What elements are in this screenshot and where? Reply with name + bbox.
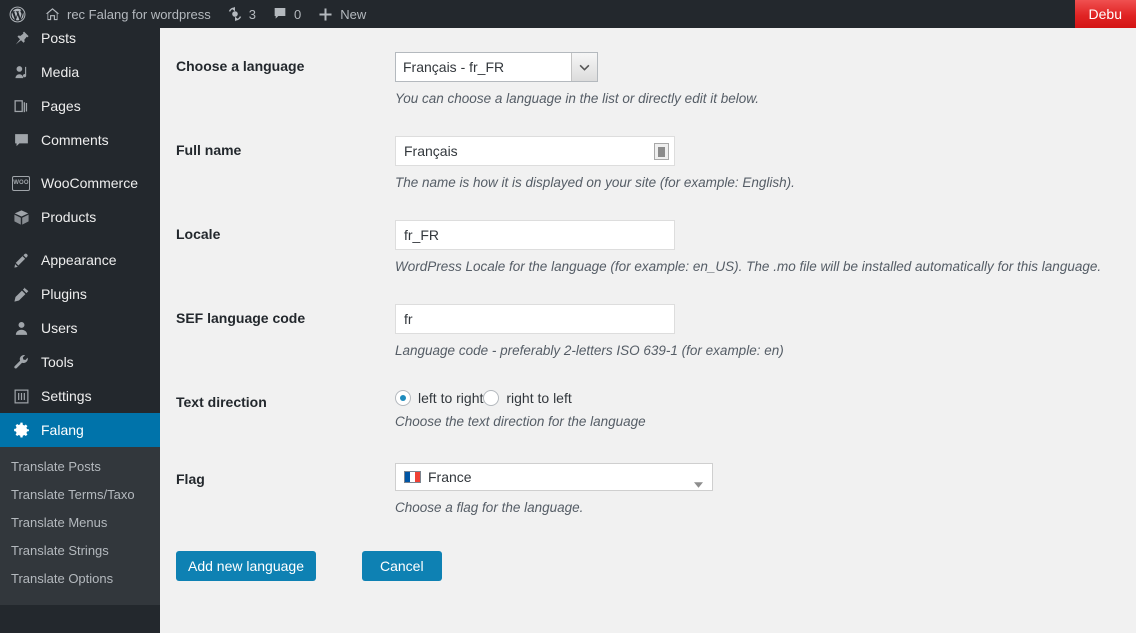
debug-button[interactable]: Debu xyxy=(1074,0,1136,28)
autofill-icon[interactable] xyxy=(654,143,669,160)
row-text-direction: Text direction left to right right to le… xyxy=(160,388,1136,463)
woocommerce-icon: WOO xyxy=(11,173,31,193)
gear-icon xyxy=(11,420,31,440)
choose-language-select-wrap: Français - fr_FR xyxy=(395,52,598,82)
new-content-label: New xyxy=(340,6,367,22)
comments-button[interactable]: 0 xyxy=(264,0,309,28)
sidebar-item-label: Users xyxy=(41,320,78,336)
new-content-button[interactable]: New xyxy=(309,0,374,28)
sidebar-item-media[interactable]: Media xyxy=(0,55,160,89)
sidebar-item-users[interactable]: Users xyxy=(0,311,160,345)
sidebar-item-label: Settings xyxy=(41,388,92,404)
updates-icon xyxy=(227,6,243,22)
submenu-item-translate-options[interactable]: Translate Options xyxy=(0,565,160,593)
wordpress-logo-button[interactable] xyxy=(0,0,36,28)
site-name-button[interactable]: rec Falang for wordpress xyxy=(36,0,219,28)
text-direction-options: left to right right to left xyxy=(395,390,646,406)
radio-left-to-right-label: left to right xyxy=(418,390,484,406)
add-language-form: Choose a language Français - fr_FR You c… xyxy=(160,52,1136,593)
settings-sliders-icon xyxy=(11,386,31,406)
flag-select[interactable]: France xyxy=(395,463,713,491)
sidebar-separator xyxy=(0,234,160,243)
locale-input[interactable] xyxy=(395,220,675,250)
locale-label: Locale xyxy=(176,226,221,242)
flag-select-value: France xyxy=(428,469,472,485)
radio-left-to-right[interactable] xyxy=(395,390,411,406)
admin-bar: rec Falang for wordpress 3 0 New Debu xyxy=(0,0,1136,28)
submenu-item-translate-menus[interactable]: Translate Menus xyxy=(0,509,160,537)
main-content: Add new language Choose a language Franç… xyxy=(160,0,1136,633)
full-name-input[interactable] xyxy=(395,136,675,166)
media-icon xyxy=(11,62,31,82)
sidebar-item-appearance[interactable]: Appearance xyxy=(0,243,160,277)
radio-right-to-left[interactable] xyxy=(483,390,500,406)
sef-code-label: SEF language code xyxy=(176,310,306,326)
full-name-label: Full name xyxy=(176,142,242,158)
sidebar-item-label: Appearance xyxy=(41,252,117,268)
sidebar-item-label: Tools xyxy=(41,354,74,370)
site-name-label: rec Falang for wordpress xyxy=(67,6,211,22)
row-choose-language: Choose a language Français - fr_FR You c… xyxy=(160,52,1136,136)
sidebar-item-label: Media xyxy=(41,64,80,80)
france-flag-icon xyxy=(404,471,421,483)
sidebar-item-falang[interactable]: Falang xyxy=(0,413,160,447)
comments-count: 0 xyxy=(294,6,302,22)
home-icon xyxy=(44,6,61,23)
tools-wrench-icon xyxy=(11,352,31,372)
submenu-item-translate-terms[interactable]: Translate Terms/Taxo xyxy=(0,481,160,509)
sidebar-item-woocommerce[interactable]: WOO WooCommerce xyxy=(0,166,160,200)
cancel-button[interactable]: Cancel xyxy=(362,551,442,581)
add-new-language-button[interactable]: Add new language xyxy=(176,551,316,581)
sidebar-item-pages[interactable]: Pages xyxy=(0,89,160,123)
pages-icon xyxy=(11,96,31,116)
plugin-plug-icon xyxy=(11,284,31,304)
updates-count: 3 xyxy=(248,6,257,22)
locale-description: WordPress Locale for the language (for e… xyxy=(395,259,1102,274)
sef-code-input[interactable] xyxy=(395,304,675,334)
appearance-brush-icon xyxy=(11,250,31,270)
choose-language-select[interactable]: Français - fr_FR xyxy=(395,52,598,82)
sidebar-separator xyxy=(0,157,160,166)
full-name-description: The name is how it is displayed on your … xyxy=(395,175,795,190)
choose-language-description: You can choose a language in the list or… xyxy=(395,91,759,106)
comment-icon xyxy=(11,130,31,150)
user-icon xyxy=(11,318,31,338)
row-flag: Flag France Choose a flag for the langua… xyxy=(160,463,1136,543)
chevron-down-icon xyxy=(694,475,703,491)
sidebar-item-label: Falang xyxy=(41,422,84,438)
pin-icon xyxy=(11,28,31,48)
sidebar-item-label: Posts xyxy=(41,30,77,46)
flag-label: Flag xyxy=(176,471,205,487)
row-sef-code: SEF language code Language code - prefer… xyxy=(160,304,1136,388)
row-full-name: Full name The name is how it is displaye… xyxy=(160,136,1136,220)
flag-description: Choose a flag for the language. xyxy=(395,500,584,515)
sidebar-item-plugins[interactable]: Plugins xyxy=(0,277,160,311)
comments-icon xyxy=(272,6,288,22)
form-actions: Add new language Cancel xyxy=(160,543,1136,593)
radio-right-to-left-label: right to left xyxy=(506,390,572,406)
submenu-item-translate-strings[interactable]: Translate Strings xyxy=(0,537,160,565)
updates-button[interactable]: 3 xyxy=(219,0,264,28)
text-direction-label: Text direction xyxy=(176,394,267,410)
row-locale: Locale WordPress Locale for the language… xyxy=(160,220,1136,304)
sidebar-item-settings[interactable]: Settings xyxy=(0,379,160,413)
sidebar-item-products[interactable]: Products xyxy=(0,200,160,234)
wordpress-logo-icon xyxy=(8,5,27,24)
sidebar-item-label: Comments xyxy=(41,132,109,148)
full-name-input-wrap xyxy=(395,136,675,166)
choose-language-label: Choose a language xyxy=(176,58,305,74)
sidebar-item-comments[interactable]: Comments xyxy=(0,123,160,157)
submenu-item-translate-posts[interactable]: Translate Posts xyxy=(0,453,160,481)
sidebar-item-tools[interactable]: Tools xyxy=(0,345,160,379)
sidebar-item-label: Plugins xyxy=(41,286,87,302)
sidebar-item-label: Pages xyxy=(41,98,81,114)
sidebar-item-label: WooCommerce xyxy=(41,175,138,191)
products-box-icon xyxy=(11,207,31,227)
text-direction-description: Choose the text direction for the langua… xyxy=(395,414,646,429)
sidebar-item-label: Products xyxy=(41,209,97,225)
falang-submenu: Translate Posts Translate Terms/Taxo Tra… xyxy=(0,447,160,605)
plus-icon xyxy=(317,6,334,23)
sef-code-description: Language code - preferably 2-letters ISO… xyxy=(395,343,784,358)
admin-sidebar: Dashboard Posts Media xyxy=(0,0,160,633)
